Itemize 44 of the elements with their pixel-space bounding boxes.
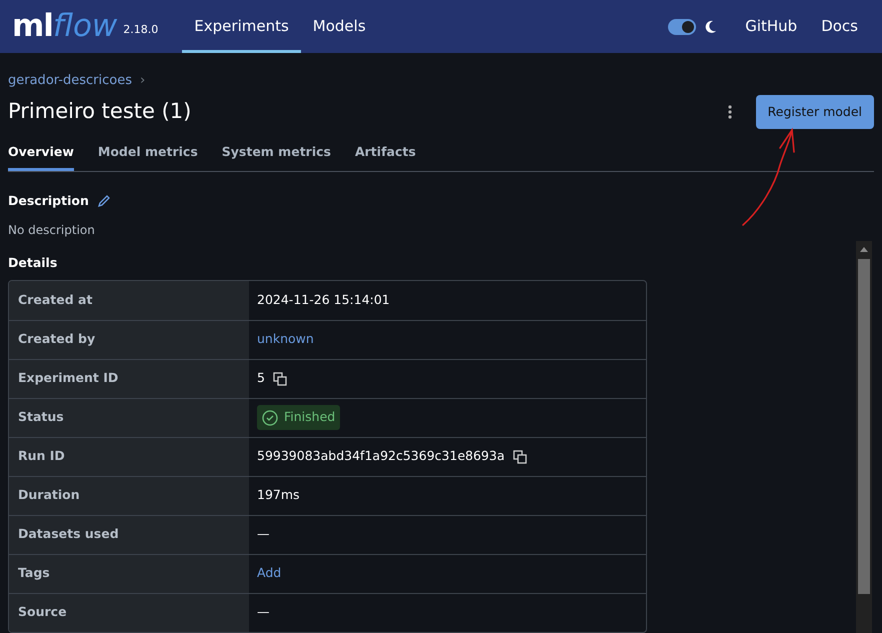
details-heading: Details bbox=[8, 254, 58, 272]
theme-toggle[interactable] bbox=[668, 18, 696, 34]
row-value: 197ms bbox=[257, 486, 300, 504]
nav-link[interactable]: Docs bbox=[809, 0, 870, 53]
nav-link[interactable]: GitHub bbox=[733, 0, 810, 53]
row-label: Status bbox=[9, 398, 249, 436]
row-value: — bbox=[257, 603, 270, 622]
more-options-icon[interactable] bbox=[728, 104, 732, 119]
edit-icon[interactable] bbox=[96, 194, 111, 208]
breadcrumb-chevron: › bbox=[140, 72, 146, 90]
description-text: No description bbox=[8, 222, 96, 239]
tab[interactable]: Overview bbox=[8, 143, 74, 171]
tab[interactable]: System metrics bbox=[222, 143, 331, 171]
row-value: 5 bbox=[257, 369, 265, 388]
copy-icon[interactable] bbox=[272, 372, 287, 386]
row-value: 59939083abd34f1a92c5369c31e8693a bbox=[257, 447, 505, 466]
row-label: Tags bbox=[9, 554, 249, 592]
version-label: 2.18.0 bbox=[123, 22, 158, 38]
row-link[interactable]: Add bbox=[257, 564, 282, 583]
row-label: Created at bbox=[9, 280, 249, 320]
breadcrumb-link[interactable]: gerador-descricoes bbox=[8, 71, 132, 90]
status-badge: Finished bbox=[257, 405, 340, 430]
row-label: Datasets used bbox=[9, 516, 249, 554]
moon-icon bbox=[704, 20, 718, 34]
check-circle-icon bbox=[262, 410, 278, 426]
run-title: Primeiro teste (1) bbox=[8, 99, 192, 124]
copy-icon[interactable] bbox=[512, 450, 527, 464]
nav-link[interactable]: Experiments bbox=[182, 0, 301, 53]
row-label: Duration bbox=[9, 476, 249, 514]
row-value: — bbox=[257, 525, 270, 544]
description-heading: Description bbox=[8, 192, 89, 210]
tab[interactable]: Artifacts bbox=[354, 143, 416, 171]
row-link[interactable]: unknown bbox=[257, 330, 314, 349]
scroll-up-icon[interactable] bbox=[860, 247, 868, 252]
mlflow-logo[interactable]: mlflow bbox=[12, 11, 118, 42]
tab[interactable]: Model metrics bbox=[98, 143, 198, 171]
nav-link[interactable]: Models bbox=[300, 0, 378, 53]
row-label: Run ID bbox=[9, 438, 249, 476]
row-value: 2024-11-26 15:14:01 bbox=[257, 290, 390, 309]
row-label: Source bbox=[9, 594, 249, 632]
row-label: Experiment ID bbox=[9, 360, 249, 398]
register-model-button[interactable]: Register model bbox=[756, 94, 874, 130]
row-label: Created by bbox=[9, 320, 249, 358]
scrollbar[interactable] bbox=[856, 241, 872, 633]
